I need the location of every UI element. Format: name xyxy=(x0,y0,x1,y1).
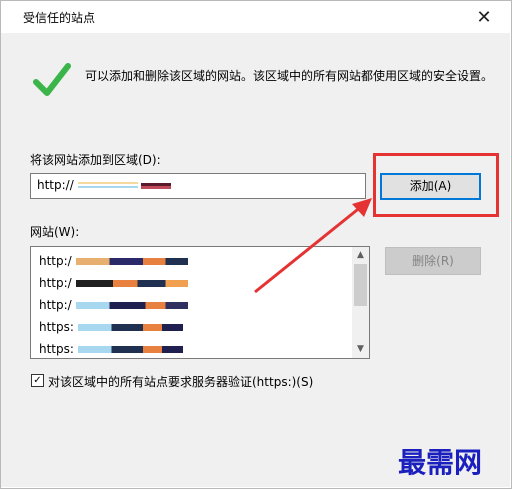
watermark-logo: 最需网 xyxy=(398,446,483,479)
annotation-arrow xyxy=(254,198,372,294)
